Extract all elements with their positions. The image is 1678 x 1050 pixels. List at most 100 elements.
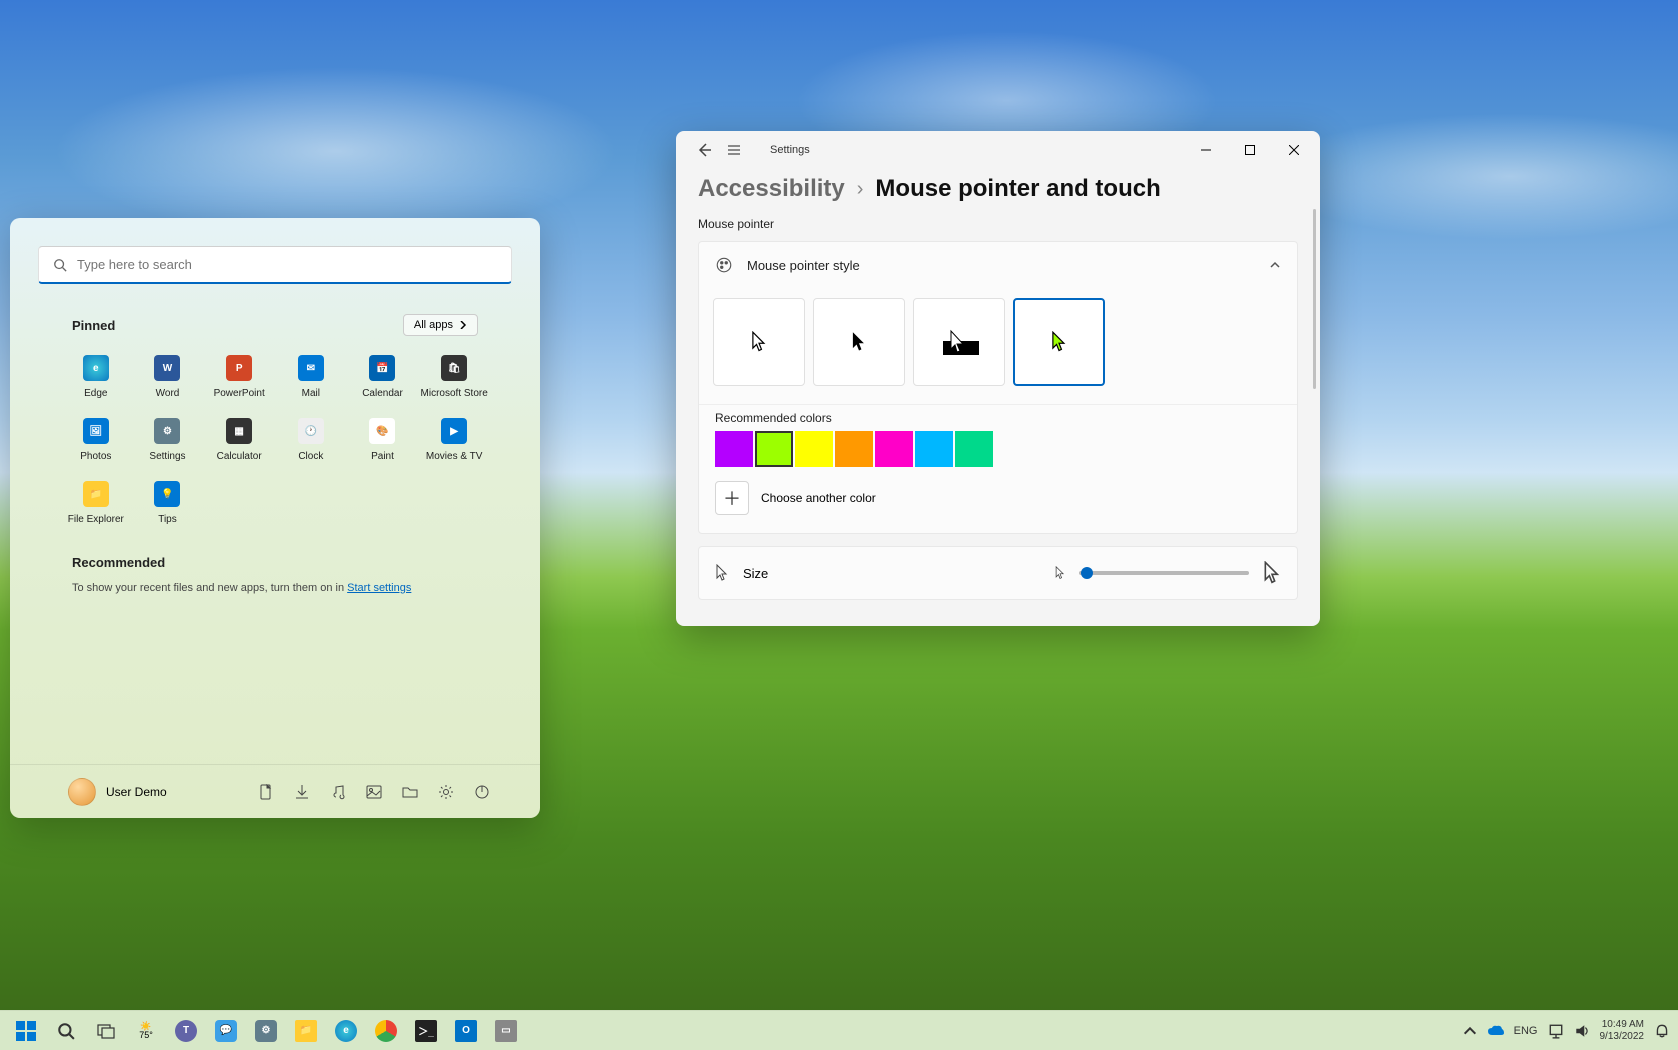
taskbar-app-settings[interactable]: ⚙ [248,1013,284,1049]
pinned-app-edge[interactable]: eEdge [60,348,132,405]
documents-folder-icon[interactable] [258,784,274,800]
color-swatch-orange[interactable] [835,431,873,467]
style-header-label: Mouse pointer style [747,258,860,273]
pinned-app-clock[interactable]: 🕐Clock [275,411,347,468]
pointer-style-white[interactable] [713,298,805,386]
taskbar: ☀️75° T 💬 ⚙ 📁 e ＞_ O ▭ ENG 10:49 AM 9/13… [0,1010,1678,1050]
color-swatch-lime[interactable] [755,431,793,467]
color-swatch-teal[interactable] [955,431,993,467]
pointer-size-card: Size [698,546,1298,600]
recommended-heading: Recommended [72,555,165,570]
breadcrumb: Accessibility › Mouse pointer and touch [698,175,1298,203]
start-search-input[interactable] [77,257,497,272]
downloads-folder-icon[interactable] [294,784,310,800]
page-title: Mouse pointer and touch [875,175,1160,203]
pointer-style-options [699,288,1297,404]
pictures-folder-icon[interactable] [366,784,382,800]
power-icon[interactable] [474,784,490,800]
pinned-app-word[interactable]: WWord [132,348,204,405]
tray-language[interactable]: ENG [1514,1025,1538,1037]
recommended-colors-row [699,431,1297,467]
pointer-style-black[interactable] [813,298,905,386]
choose-another-color-label: Choose another color [761,491,876,505]
pinned-app-calculator[interactable]: ▦Calculator [203,411,275,468]
recommended-colors-label: Recommended colors [715,411,1297,425]
start-settings-link[interactable]: Start settings [347,582,411,594]
slider-thumb[interactable] [1081,567,1093,579]
recommended-empty-text: To show your recent files and new apps, … [72,582,490,594]
chevron-right-icon: › [857,178,864,201]
size-label: Size [743,566,768,581]
color-swatch-magenta[interactable] [875,431,913,467]
weather-widget[interactable]: ☀️75° [128,1013,164,1049]
taskbar-app-teams[interactable]: T [168,1013,204,1049]
palette-cursor-icon [715,256,733,274]
start-menu-footer: User Demo [10,764,540,818]
chevron-right-icon [459,321,467,329]
all-apps-label: All apps [414,319,453,331]
start-menu: Pinned All apps eEdge WWord PPowerPoint … [10,218,540,818]
taskbar-app-outlook[interactable]: O [448,1013,484,1049]
close-button[interactable] [1272,135,1316,165]
pointer-size-slider[interactable] [1079,571,1249,575]
mouse-pointer-style-header[interactable]: Mouse pointer style [699,242,1297,288]
breadcrumb-parent[interactable]: Accessibility [698,175,845,203]
taskbar-app-edge[interactable]: e [328,1013,364,1049]
pinned-apps-grid: eEdge WWord PPowerPoint ✉Mail 📅Calendar … [60,348,490,531]
taskbar-app-chat[interactable]: 💬 [208,1013,244,1049]
settings-gear-icon[interactable] [438,784,454,800]
choose-another-color-button[interactable]: ＋ [715,481,749,515]
pinned-app-paint[interactable]: 🎨Paint [347,411,419,468]
all-apps-button[interactable]: All apps [403,314,478,336]
volume-tray-icon[interactable] [1574,1023,1590,1039]
start-button[interactable] [8,1013,44,1049]
pinned-app-settings[interactable]: ⚙Settings [132,411,204,468]
pointer-style-inverted[interactable] [913,298,1005,386]
tray-overflow-chevron-icon[interactable] [1462,1023,1478,1039]
taskbar-clock[interactable]: 10:49 AM 9/13/2022 [1600,1019,1645,1042]
taskbar-app-terminal[interactable]: ＞_ [408,1013,444,1049]
task-view-button[interactable] [88,1013,124,1049]
taskbar-search-button[interactable] [48,1013,84,1049]
back-button[interactable] [696,142,712,158]
onedrive-tray-icon[interactable] [1488,1023,1504,1039]
window-title: Settings [770,144,810,156]
pinned-app-calendar[interactable]: 📅Calendar [347,348,419,405]
mouse-pointer-section-label: Mouse pointer [698,217,1298,231]
pinned-app-photos[interactable]: 🖼Photos [60,411,132,468]
pinned-app-movies-tv[interactable]: ▶Movies & TV [418,411,490,468]
system-tray: ENG 10:49 AM 9/13/2022 [1462,1019,1670,1042]
pointer-style-custom-color[interactable] [1013,298,1105,386]
taskbar-app-generic[interactable]: ▭ [488,1013,524,1049]
search-icon [53,258,67,272]
start-search-box[interactable] [38,246,512,284]
pinned-app-microsoft-store[interactable]: 🛍Microsoft Store [418,348,490,405]
pinned-app-mail[interactable]: ✉Mail [275,348,347,405]
avatar [68,778,96,806]
scrollbar[interactable] [1313,209,1316,389]
explorer-folder-icon[interactable] [402,784,418,800]
color-swatch-yellow[interactable] [795,431,833,467]
hamburger-menu-icon[interactable] [726,142,742,158]
cursor-max-icon [1263,561,1281,585]
maximize-button[interactable] [1228,135,1272,165]
minimize-button[interactable] [1184,135,1228,165]
chevron-up-icon [1269,259,1281,271]
pinned-heading: Pinned [72,318,115,333]
cursor-min-icon [1055,566,1065,580]
music-folder-icon[interactable] [330,784,346,800]
settings-window: Settings Accessibility › Mouse pointer a… [676,131,1320,626]
settings-titlebar[interactable]: Settings [676,131,1320,169]
taskbar-app-explorer[interactable]: 📁 [288,1013,324,1049]
cursor-small-icon [715,564,729,582]
pinned-app-powerpoint[interactable]: PPowerPoint [203,348,275,405]
color-swatch-purple[interactable] [715,431,753,467]
color-swatch-cyan[interactable] [915,431,953,467]
mouse-pointer-style-card: Mouse pointer style Recommend [698,241,1298,534]
network-tray-icon[interactable] [1548,1023,1564,1039]
taskbar-app-chrome[interactable] [368,1013,404,1049]
notifications-tray-icon[interactable] [1654,1023,1670,1039]
pinned-app-tips[interactable]: 💡Tips [132,474,204,531]
user-account-button[interactable]: User Demo [60,774,175,810]
pinned-app-file-explorer[interactable]: 📁File Explorer [60,474,132,531]
